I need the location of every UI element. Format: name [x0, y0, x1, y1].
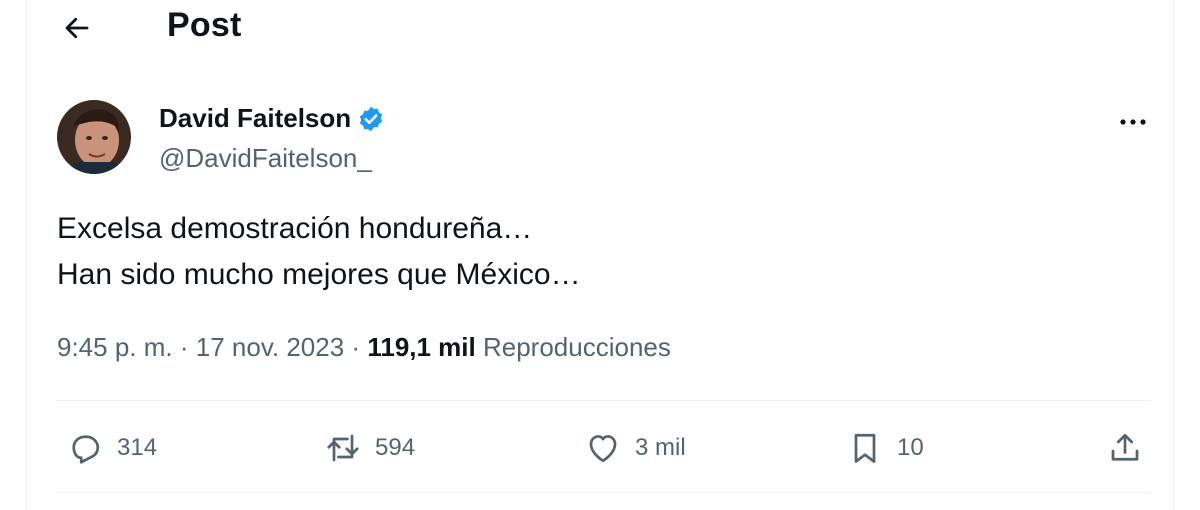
- divider: [55, 400, 1151, 401]
- verified-badge-icon: [360, 106, 383, 131]
- post-detail-view: Post David Faitelson @DavidFaitelson_ Ex…: [26, 0, 1174, 510]
- share-icon: [1111, 433, 1139, 461]
- divider: [55, 492, 1151, 493]
- avatar-image: [57, 100, 131, 174]
- bookmark-icon: [854, 433, 876, 463]
- avatar[interactable]: [57, 100, 131, 174]
- post-date[interactable]: 17 nov. 2023: [196, 332, 344, 362]
- author-name-row: David Faitelson: [159, 103, 385, 134]
- more-horizontal-icon: [1120, 119, 1146, 125]
- back-button[interactable]: [55, 8, 99, 48]
- reply-count: 314: [117, 434, 158, 461]
- views-count: 119,1 mil: [367, 332, 476, 362]
- views-label: Reproducciones: [482, 332, 671, 362]
- post-text: Excelsa demostración hondureña… Han sido…: [57, 206, 581, 298]
- like-button[interactable]: 3 mil: [585, 418, 686, 478]
- post-time[interactable]: 9:45 p. m.: [57, 332, 173, 362]
- meta-separator: ·: [179, 332, 189, 362]
- repost-count: 594: [375, 434, 416, 461]
- share-button[interactable]: [1107, 418, 1143, 478]
- author-handle[interactable]: @DavidFaitelson_: [159, 143, 372, 174]
- bookmark-count: 10: [897, 434, 924, 461]
- like-count: 3 mil: [635, 434, 686, 461]
- post-text-line: Han sido mucho mejores que México…: [57, 258, 581, 291]
- action-bar: 314 594 3 mil 10: [55, 418, 1151, 478]
- meta-separator: ·: [351, 332, 361, 362]
- more-options-button[interactable]: [1115, 108, 1151, 136]
- heart-icon: [589, 435, 617, 463]
- header-bar: Post: [27, 0, 1173, 56]
- page-title: Post: [167, 6, 242, 44]
- post-metadata: 9:45 p. m. · 17 nov. 2023 · 119,1 mil Re…: [57, 332, 671, 363]
- author-display-name[interactable]: David Faitelson: [159, 103, 351, 134]
- arrow-left-icon: [65, 17, 89, 39]
- repost-icon: [327, 434, 359, 462]
- bookmark-button[interactable]: 10: [847, 418, 924, 478]
- reply-icon: [72, 435, 100, 464]
- repost-button[interactable]: 594: [325, 418, 415, 478]
- post-text-line: Excelsa demostración hondureña…: [57, 212, 533, 245]
- reply-button[interactable]: 314: [67, 418, 157, 478]
